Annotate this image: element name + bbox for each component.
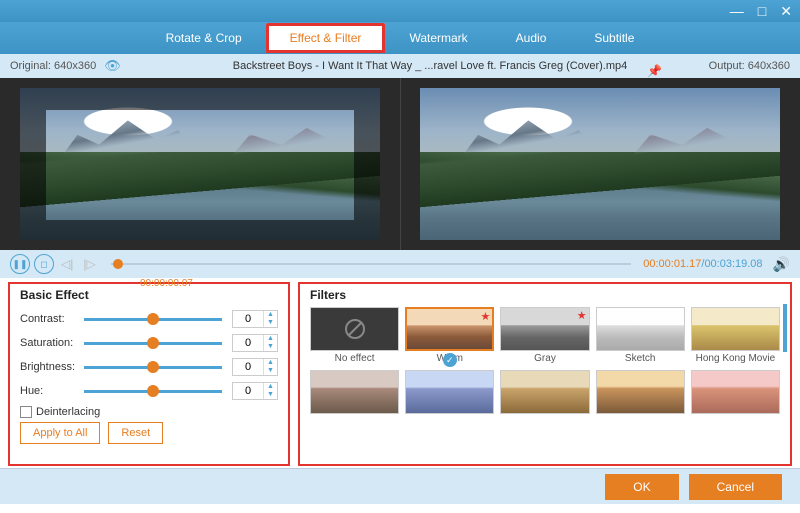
basic-effect-heading: Basic Effect [20,288,278,302]
next-frame-icon[interactable]: |▷ [80,257,98,271]
minimize-icon[interactable]: ― [730,3,744,19]
contrast-slider[interactable] [84,318,222,321]
play-pause-button[interactable]: ❚❚ [10,254,30,274]
preview-area [0,78,800,250]
contrast-label: Contrast: [20,313,84,325]
saturation-slider[interactable] [84,342,222,345]
output-resolution: Output: 640x360 [670,60,790,72]
maximize-icon[interactable]: □ [758,3,766,19]
info-bar: Original: 640x360 👁 Backstreet Boys - I … [0,54,800,78]
brightness-label: Brightness: [20,361,84,373]
hue-slider[interactable] [84,390,222,393]
tab-watermark[interactable]: Watermark [385,23,491,53]
saturation-input[interactable] [233,337,263,349]
title-bar: ― □ ✕ [0,0,800,22]
favorite-icon: ★ [577,309,587,322]
filter-10[interactable] [691,370,780,416]
hue-value[interactable]: ▲▼ [232,382,278,400]
basic-effect-panel: Basic Effect Contrast: ▲▼ Saturation: ▲▼… [8,282,290,466]
saturation-row: Saturation: ▲▼ [20,331,278,355]
filter-hong-kong-movie[interactable]: Hong Kong Movie [691,307,780,364]
apply-to-all-button[interactable]: Apply to All [20,422,100,444]
deinterlacing-row[interactable]: Deinterlacing [20,406,278,418]
saturation-down-icon[interactable]: ▼ [264,343,277,351]
hue-down-icon[interactable]: ▼ [264,391,277,399]
timeline-slider[interactable] [111,263,632,265]
filters-scrollbar[interactable] [783,304,787,352]
filter-sketch[interactable]: Sketch [596,307,685,364]
stop-button[interactable]: ◻ [34,254,54,274]
brightness-up-icon[interactable]: ▲ [264,359,277,367]
saturation-up-icon[interactable]: ▲ [264,335,277,343]
preview-toggle-icon[interactable]: 👁 [104,58,121,74]
editor-area: Basic Effect Contrast: ▲▼ Saturation: ▲▼… [0,278,800,468]
tab-subtitle[interactable]: Subtitle [570,23,658,53]
main-tabs: Rotate & Crop Effect & Filter Watermark … [0,22,800,54]
brightness-value[interactable]: ▲▼ [232,358,278,376]
saturation-label: Saturation: [20,337,84,349]
output-preview [400,78,800,250]
filter-8[interactable] [500,370,589,416]
saturation-value[interactable]: ▲▼ [232,334,278,352]
hue-input[interactable] [233,385,263,397]
ok-button[interactable]: OK [605,474,678,500]
reset-button[interactable]: Reset [108,422,163,444]
filter-9[interactable] [596,370,685,416]
filter-6[interactable] [310,370,399,416]
filter-warm[interactable]: ★ ✓ Warm [405,307,494,364]
brightness-row: Brightness: ▲▼ [20,355,278,379]
original-preview [0,78,400,250]
contrast-input[interactable] [233,313,263,325]
deinterlacing-checkbox[interactable] [20,406,32,418]
contrast-down-icon[interactable]: ▼ [264,319,277,327]
filter-grid: No effect ★ ✓ Warm ★ Gray Sketch Hong Ko… [310,307,780,416]
volume-icon[interactable]: 🔊 [773,256,790,273]
filters-heading: Filters [310,288,780,302]
tab-effect-filter[interactable]: Effect & Filter [266,23,386,53]
favorite-icon: ★ [481,310,491,323]
file-name: Backstreet Boys - I Want It That Way _ .… [233,60,628,72]
contrast-up-icon[interactable]: ▲ [264,311,277,319]
filter-no-effect[interactable]: No effect [310,307,399,364]
filters-panel: Filters No effect ★ ✓ Warm ★ Gray Sketch [298,282,792,466]
pin-icon[interactable]: 📌 [647,64,662,78]
brightness-down-icon[interactable]: ▼ [264,367,277,375]
time-readout: 00:00:01.17/00:03:19.08 [643,258,762,270]
hue-up-icon[interactable]: ▲ [264,383,277,391]
footer-bar: OK Cancel [0,468,800,504]
close-icon[interactable]: ✕ [780,3,792,20]
tab-audio[interactable]: Audio [492,23,571,53]
original-resolution: Original: 640x360 [10,60,96,72]
filter-gray[interactable]: ★ Gray [500,307,589,364]
deinterlacing-label: Deinterlacing [36,406,100,418]
hue-row: Hue: ▲▼ [20,379,278,403]
contrast-row: Contrast: ▲▼ [20,307,278,331]
hue-label: Hue: [20,385,84,397]
brightness-slider[interactable] [84,366,222,369]
filter-7[interactable] [405,370,494,416]
cancel-button[interactable]: Cancel [689,474,782,500]
tab-rotate-crop[interactable]: Rotate & Crop [142,23,266,53]
playback-bar: ❚❚ ◻ ◁| |▷ 00:00:01.17/00:03:19.08 🔊 [0,250,800,278]
position-time: 00:00:00.07 [140,278,193,289]
selected-check-icon: ✓ [443,353,457,367]
contrast-value[interactable]: ▲▼ [232,310,278,328]
brightness-input[interactable] [233,361,263,373]
prev-frame-icon[interactable]: ◁| [58,257,76,271]
